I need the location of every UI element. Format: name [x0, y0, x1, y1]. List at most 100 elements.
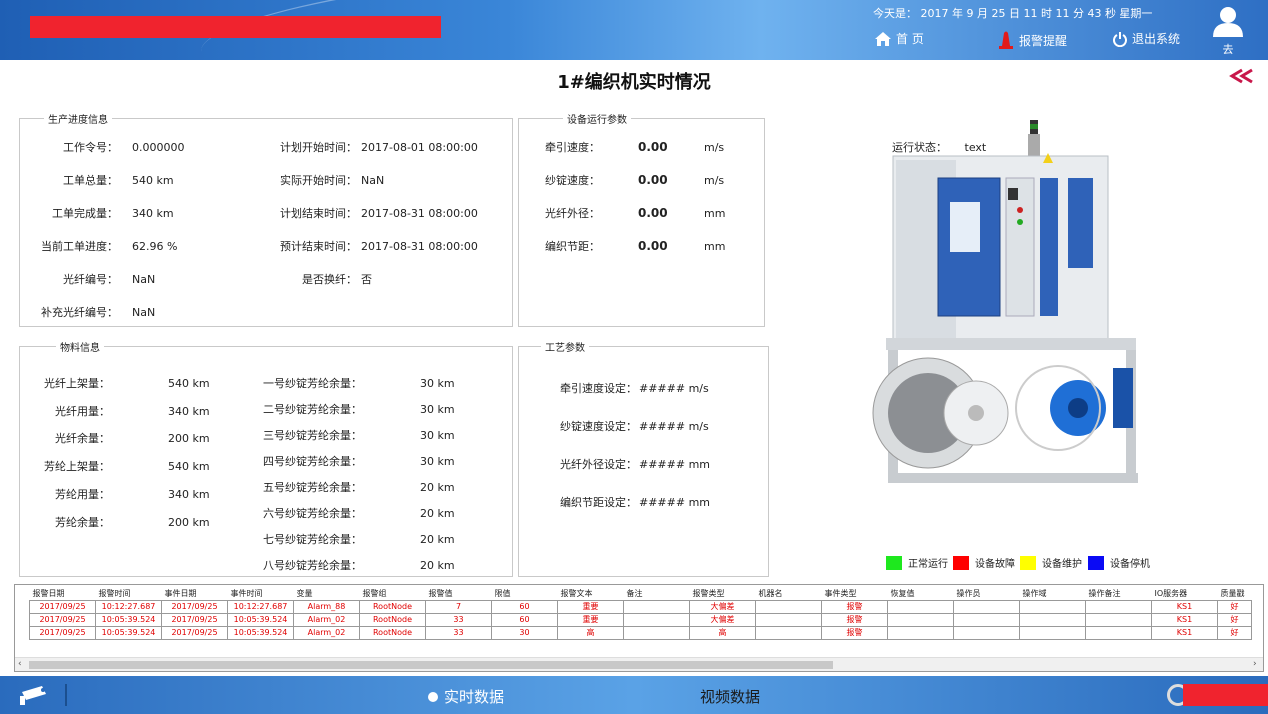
panel-title: 工艺参数	[541, 339, 589, 354]
table-cell: 33	[425, 612, 492, 627]
legend-label: 设备维护	[1042, 559, 1082, 570]
scrollbar-thumb[interactable]	[29, 661, 833, 669]
column-header[interactable]: 事件时间	[228, 587, 294, 600]
production-field: 实际开始时间： NaN	[262, 172, 384, 188]
table-cell	[887, 625, 954, 640]
field-value: 200 km	[168, 515, 210, 529]
param-value: 0.00	[638, 239, 668, 253]
field-label: 二号纱锭芳纶余量：	[263, 403, 362, 416]
field-label: 光纤上架量：	[44, 377, 110, 390]
table-cell: 2017/09/25	[161, 625, 228, 640]
tab-video-label: 视频数据	[700, 688, 761, 706]
column-header[interactable]: 事件类型	[822, 587, 888, 600]
field-value: 340 km	[168, 404, 210, 418]
table-row[interactable]: 2017/09/25 10:05:39.524 2017/09/25 10:05:39…	[29, 612, 1252, 627]
production-field: 补充光纤编号： NaN	[28, 304, 155, 320]
column-header[interactable]: 质量戳	[1218, 587, 1252, 600]
column-header[interactable]: 事件日期	[162, 587, 228, 600]
table-cell: RootNode	[359, 612, 426, 627]
alarm-reminder-label: 报警提醒	[1019, 33, 1068, 48]
table-cell: 好	[1217, 625, 1252, 640]
table-cell: 报警	[821, 599, 888, 614]
column-header[interactable]: 备注	[624, 587, 690, 600]
back-icon[interactable]	[1228, 67, 1256, 85]
column-header[interactable]: IO服务器	[1152, 587, 1218, 600]
table-cell: 10:05:39.524	[227, 612, 294, 627]
param-label: 光纤外径：	[545, 207, 600, 220]
table-cell	[755, 625, 822, 640]
production-field: 光纤编号： NaN	[28, 271, 155, 287]
field-label: 光纤编号：	[63, 273, 118, 286]
top-header: 今天是： 2017 年 9 月 25 日 11 时 11 分 43 秒 星期一 …	[0, 0, 1268, 60]
setting-label: 编织节距设定：	[560, 496, 637, 509]
column-header[interactable]: 报警组	[360, 587, 426, 600]
field-label: 当前工单进度：	[41, 240, 118, 253]
table-cell	[755, 599, 822, 614]
logout-button[interactable]: 退出系统	[1112, 30, 1180, 47]
table-cell	[623, 625, 690, 640]
current-datetime: 今天是： 2017 年 9 月 25 日 11 时 11 分 43 秒 星期一	[873, 7, 1153, 20]
column-header[interactable]: 报警日期	[30, 587, 96, 600]
column-header[interactable]: 操作备注	[1086, 587, 1152, 600]
table-cell: 好	[1217, 599, 1252, 614]
legend-swatch	[1020, 555, 1036, 570]
tab-video-data[interactable]: 视频数据	[700, 686, 760, 707]
column-header[interactable]: 机器名	[756, 587, 822, 600]
field-label: 四号纱锭芳纶余量：	[263, 455, 362, 468]
column-header[interactable]: 操作域	[1020, 587, 1086, 600]
table-row[interactable]: 2017/09/25 10:05:39.524 2017/09/25 10:05:39…	[29, 625, 1252, 640]
column-header[interactable]: 报警文本	[558, 587, 624, 600]
table-cell: KS1	[1151, 625, 1218, 640]
scroll-left-icon[interactable]: ‹	[18, 659, 22, 669]
table-cell: 60	[491, 599, 558, 614]
scroll-right-icon[interactable]: ›	[1253, 659, 1257, 669]
column-header[interactable]: 操作员	[954, 587, 1020, 600]
table-cell: 10:05:39.524	[227, 625, 294, 640]
table-cell: 高	[689, 625, 756, 640]
material-field: 光纤余量： 200 km	[30, 430, 210, 446]
param-value: 0.00	[638, 173, 668, 187]
process-setting: 光纤外径设定： ##### mm	[560, 456, 710, 472]
field-value: 540 km	[168, 460, 210, 474]
table-cell: 7	[425, 599, 492, 614]
camera-icon[interactable]	[18, 684, 50, 706]
legend-label: 设备停机	[1110, 559, 1150, 570]
panel-title: 设备运行参数	[563, 111, 631, 126]
power-icon	[1113, 31, 1127, 47]
table-cell: 33	[425, 625, 492, 640]
field-label: 一号纱锭芳纶余量：	[263, 377, 362, 390]
tab-realtime-data[interactable]: 实时数据	[428, 686, 504, 707]
column-header[interactable]: 报警类型	[690, 587, 756, 600]
alarm-reminder-button[interactable]: 报警提醒	[997, 30, 1067, 50]
field-label: 实际开始时间：	[280, 174, 357, 187]
table-row[interactable]: 2017/09/25 10:12:27.687 2017/09/25 10:12:27…	[29, 599, 1252, 614]
legend-label: 设备故障	[975, 559, 1015, 570]
field-label: 芳纶用量：	[55, 487, 110, 501]
material-field: 芳纶上架量： 540 km	[30, 458, 210, 474]
column-header[interactable]: 报警时间	[96, 587, 162, 600]
field-value: 否	[361, 273, 372, 286]
braiding-machine-image	[872, 120, 1138, 483]
table-cell	[953, 599, 1020, 614]
user-menu[interactable]: 去	[1208, 4, 1248, 57]
logout-label: 退出系统	[1132, 32, 1181, 46]
field-value: 200 km	[168, 432, 210, 446]
horizontal-scrollbar[interactable]: ‹ ›	[15, 657, 1263, 671]
production-field: 是否换纤： 否	[262, 271, 372, 287]
home-button[interactable]: 首 页	[874, 30, 924, 47]
table-cell: Alarm_02	[293, 612, 360, 627]
table-cell	[953, 625, 1020, 640]
table-cell: KS1	[1151, 599, 1218, 614]
field-value: 540 km	[168, 377, 210, 390]
column-header[interactable]: 恢复值	[888, 587, 954, 600]
panel-title: 生产进度信息	[44, 111, 112, 126]
table-cell: 报警	[821, 612, 888, 627]
column-header[interactable]: 报警值	[426, 587, 492, 600]
column-header[interactable]: 变量	[294, 587, 360, 600]
field-label: 五号纱锭芳纶余量：	[263, 481, 362, 494]
user-avatar-icon	[1213, 7, 1243, 37]
table-cell: 10:12:27.687	[95, 599, 162, 614]
production-field: 工作令号： 0.000000	[28, 139, 185, 155]
column-header[interactable]: 限值	[492, 587, 558, 600]
field-label: 是否换纤：	[302, 273, 357, 286]
